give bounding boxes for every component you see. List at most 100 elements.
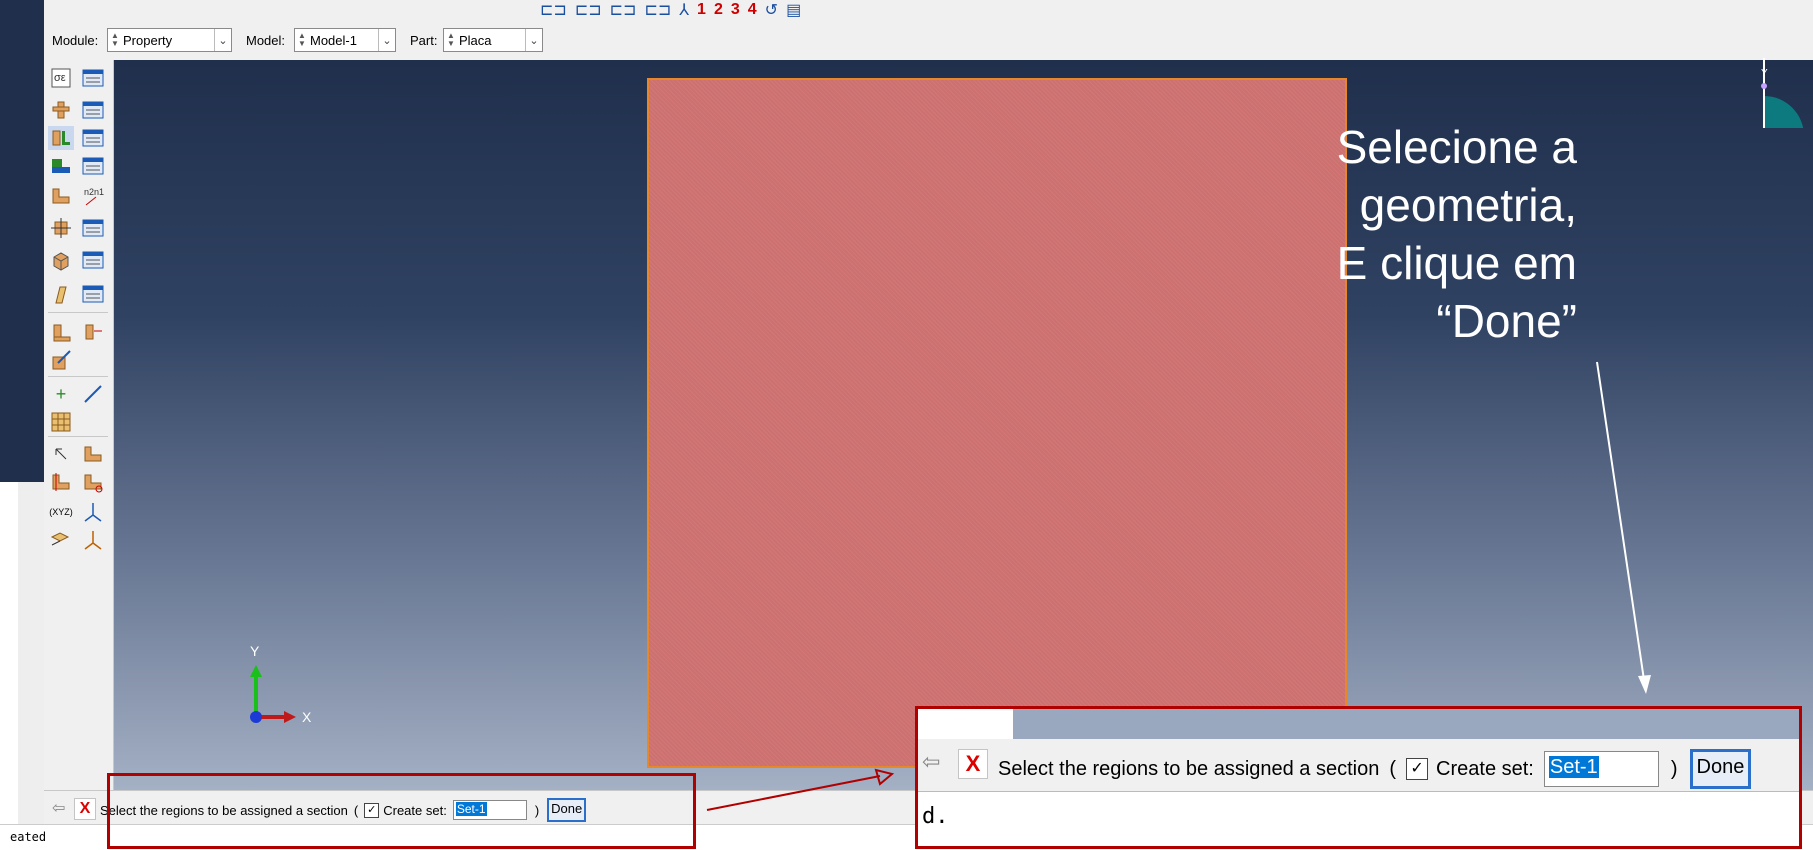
assign-beam-orientation-icon[interactable] <box>48 184 74 208</box>
view-icon[interactable]: ⅄ <box>679 0 689 20</box>
view-4-button[interactable]: 4 <box>748 1 757 19</box>
skin-manager-icon[interactable] <box>80 282 106 306</box>
query-icon[interactable] <box>48 442 74 466</box>
create-line-icon[interactable] <box>80 382 106 406</box>
view-1-button[interactable]: 1 <box>697 1 706 19</box>
model-label: Model: <box>246 33 286 48</box>
part-label: Part: <box>410 33 438 48</box>
section-assignment-manager-icon[interactable] <box>80 126 106 150</box>
chevron-down-icon[interactable]: ⌄ <box>525 29 542 51</box>
close-icon[interactable]: X <box>958 749 988 779</box>
toolbox-divider <box>48 376 108 377</box>
instruction-line: geometria, <box>1359 179 1577 231</box>
skin-icon[interactable] <box>48 282 74 306</box>
graphics-viewport[interactable]: Selecione a geometria, E clique em “Done… <box>114 60 1813 790</box>
set-name-input[interactable]: Set-1 <box>1543 751 1659 787</box>
create-point-icon[interactable]: + <box>48 382 74 406</box>
part-plate-geometry[interactable] <box>647 78 1347 768</box>
repair-icon[interactable] <box>80 470 106 494</box>
create-section-icon[interactable] <box>48 98 74 122</box>
section-manager-icon[interactable] <box>80 98 106 122</box>
message-text: eated <box>10 830 47 844</box>
instruction-line: “Done” <box>1436 295 1577 347</box>
toolbox-divider <box>48 436 108 437</box>
edit-section-icon[interactable] <box>48 348 74 372</box>
model-value: Model-1 <box>310 32 357 48</box>
view-icon[interactable]: ⊏⊐ <box>540 0 567 20</box>
view-icon[interactable]: ⊏⊐ <box>644 0 671 20</box>
orientation-manager-icon[interactable] <box>80 216 106 240</box>
view-2-button[interactable]: 2 <box>714 1 723 19</box>
model-select[interactable]: ▲ ▼ Model-1 ⌄ <box>294 28 396 52</box>
zoomed-prompt-area: ⇦ X Select the regions to be assigned a … <box>918 739 1799 792</box>
module-select[interactable]: ▲ ▼ Property ⌄ <box>107 28 232 52</box>
zoomed-viewport-strip <box>918 709 1799 739</box>
model-tree-scrollbar[interactable] <box>18 482 45 849</box>
view-toolbar-icons: ⊏⊐ ⊏⊐ ⊏⊐ ⊏⊐ ⅄ 1 2 3 4 ↺ ▤ <box>540 0 801 20</box>
create-profile-icon[interactable] <box>48 154 74 178</box>
prompt-highlight-box <box>107 773 696 849</box>
instruction-line: Selecione a <box>1336 121 1577 173</box>
zoomed-message-area: d. <box>918 792 1799 846</box>
zoomed-prompt-row: Select the regions to be assigned a sect… <box>998 749 1752 789</box>
cancel-button[interactable]: X <box>958 749 988 779</box>
layup-manager-icon[interactable] <box>80 248 106 272</box>
datum-plane-icon[interactable] <box>48 528 74 552</box>
special-inertia-icon[interactable] <box>48 320 74 344</box>
set-name-value: Set-1 <box>1548 756 1599 778</box>
chevron-down-icon[interactable]: ⌄ <box>378 29 395 51</box>
done-button[interactable]: Done <box>1689 749 1752 789</box>
material-manager-icon[interactable] <box>80 66 106 90</box>
partition-cell-icon[interactable] <box>48 470 74 494</box>
module-value: Property <box>123 32 173 48</box>
view-icon[interactable]: ⊏⊐ <box>575 0 602 20</box>
assign-normal-icon[interactable]: n2n1 <box>80 184 106 208</box>
view-icon[interactable]: ⊏⊐ <box>610 0 637 20</box>
axis-x-label: X <box>302 709 312 725</box>
previous-arrow-icon[interactable]: ⇦ <box>922 749 950 777</box>
partition-icon[interactable] <box>80 442 106 466</box>
part-select[interactable]: ▲ ▼ Placa ⌄ <box>443 28 543 52</box>
view-3-button[interactable]: 3 <box>731 1 740 19</box>
create-set-checkbox[interactable]: ✓ <box>1406 758 1429 780</box>
zoomed-tab <box>918 709 1013 739</box>
property-toolbox: σε n2n1 + (XYZ) <box>44 60 114 790</box>
open-paren: ( <box>1389 757 1397 780</box>
previous-arrow-icon[interactable]: ⇦ <box>52 798 72 818</box>
instruction-line: E clique em <box>1336 237 1577 289</box>
view-triad-icon <box>1743 58 1804 142</box>
context-bar: Module: ▲ ▼ Property ⌄ Model: ▲ ▼ Model-1 … <box>0 22 1813 61</box>
spin-icon: ▲ ▼ <box>111 31 119 48</box>
datum-axis-icon[interactable] <box>80 500 106 524</box>
profile-manager-icon[interactable] <box>80 154 106 178</box>
close-paren: ) <box>1670 757 1678 780</box>
assign-section-icon[interactable] <box>48 126 74 150</box>
axis-y-label: Y <box>250 643 260 659</box>
view-cycle-icon[interactable]: ↺ <box>765 0 778 20</box>
toolbox-divider <box>48 312 108 313</box>
module-label: Module: <box>52 33 99 48</box>
datum-csys-icon[interactable] <box>80 528 106 552</box>
message-text: d. <box>922 804 949 829</box>
datum-point-icon[interactable]: (XYZ) <box>48 500 74 524</box>
svg-text:n2n1: n2n1 <box>84 187 104 197</box>
view-triad-y-label: Y <box>1761 68 1768 79</box>
assign-orientation-icon[interactable] <box>48 216 74 240</box>
special-springs-icon[interactable] <box>80 320 106 344</box>
create-material-icon[interactable]: σε <box>48 66 74 90</box>
svg-text:σε: σε <box>54 72 66 84</box>
composite-layup-icon[interactable] <box>48 248 74 272</box>
close-icon[interactable]: X <box>74 798 96 820</box>
global-axis-triad: Y X <box>234 643 314 735</box>
layout-icon[interactable]: ▤ <box>786 0 801 20</box>
cancel-button[interactable]: X <box>74 798 96 820</box>
view-triad: Y <box>1735 8 1805 142</box>
model-tree-panel <box>0 0 44 482</box>
create-set-label: Create set: <box>1436 757 1534 780</box>
spin-icon: ▲ ▼ <box>298 31 306 48</box>
spin-icon: ▲ ▼ <box>447 31 455 48</box>
chevron-down-icon[interactable]: ⌄ <box>214 29 231 51</box>
grid-icon[interactable] <box>48 410 74 434</box>
top-toolbar: ⊏⊐ ⊏⊐ ⊏⊐ ⊏⊐ ⅄ 1 2 3 4 ↺ ▤ <box>0 0 1813 22</box>
part-value: Placa <box>459 32 492 48</box>
